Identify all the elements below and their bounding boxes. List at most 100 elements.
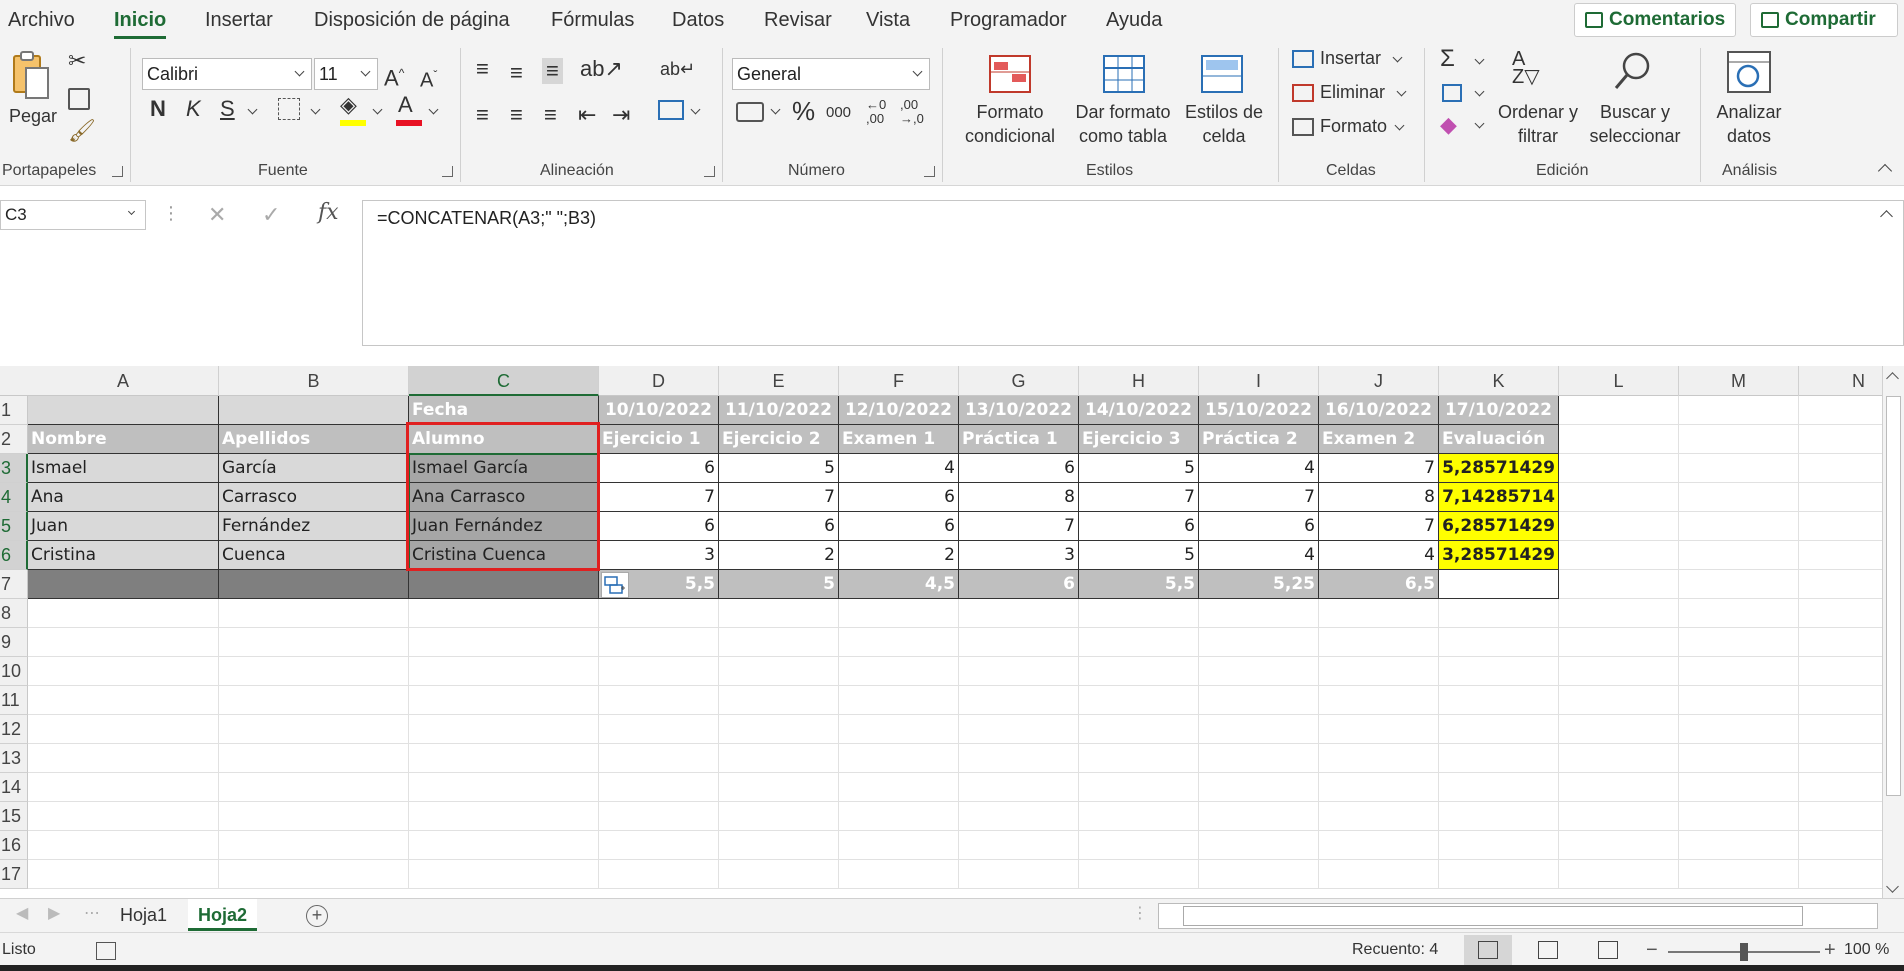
increase-indent-icon[interactable]: ⇥ xyxy=(612,102,630,128)
column-header-a[interactable]: A xyxy=(28,366,219,396)
format-painter-icon[interactable]: 🖌 xyxy=(68,118,96,144)
column-header-h[interactable]: H xyxy=(1079,366,1199,396)
cell-f9[interactable] xyxy=(839,628,959,657)
cell-k4[interactable]: 7,14285714 xyxy=(1439,483,1559,512)
comments-button[interactable]: Comentarios xyxy=(1574,3,1736,37)
cell-k9[interactable] xyxy=(1439,628,1559,657)
currency-icon[interactable] xyxy=(736,102,764,122)
cell-l12[interactable] xyxy=(1559,715,1679,744)
format-cells-icon[interactable] xyxy=(1292,118,1314,136)
cell-styles-label-1[interactable]: Estilos de xyxy=(1176,100,1272,124)
cell-j2[interactable]: Examen 2 xyxy=(1319,425,1439,454)
decrease-decimal-icon[interactable]: ,00 →,0 xyxy=(900,98,924,126)
cell-h7[interactable]: 5,5 xyxy=(1079,570,1199,599)
tab-ayuda[interactable]: Ayuda xyxy=(1106,6,1162,34)
merge-center-icon[interactable] xyxy=(658,100,684,120)
cell-n3[interactable] xyxy=(1799,454,1882,483)
font-color-icon[interactable]: A xyxy=(398,92,413,118)
zoom-thumb[interactable] xyxy=(1740,943,1748,961)
tab-formulas[interactable]: Fórmulas xyxy=(551,6,634,34)
cell-j7[interactable]: 6,5 xyxy=(1319,570,1439,599)
cell-l3[interactable] xyxy=(1559,454,1679,483)
clipboard-launcher-icon[interactable] xyxy=(112,166,123,177)
zoom-in-icon[interactable]: + xyxy=(1824,937,1836,963)
cell-k3[interactable]: 5,28571429 xyxy=(1439,454,1559,483)
enter-icon[interactable]: ✓ xyxy=(262,202,280,228)
cell-f12[interactable] xyxy=(839,715,959,744)
cell-m11[interactable] xyxy=(1679,686,1799,715)
cell-f8[interactable] xyxy=(839,599,959,628)
cell-l1[interactable] xyxy=(1559,396,1679,425)
cell-m13[interactable] xyxy=(1679,744,1799,773)
cell-n12[interactable] xyxy=(1799,715,1882,744)
column-header-d[interactable]: D xyxy=(599,366,719,396)
cell-i12[interactable] xyxy=(1199,715,1319,744)
cell-n6[interactable] xyxy=(1799,541,1882,570)
more-sheets-icon[interactable]: ⋯ xyxy=(84,901,100,927)
cell-c13[interactable] xyxy=(409,744,599,773)
cell-a7[interactable] xyxy=(28,570,219,599)
cell-d14[interactable] xyxy=(599,773,719,802)
cell-h9[interactable] xyxy=(1079,628,1199,657)
analyze-data-label-2[interactable]: datos xyxy=(1706,124,1792,148)
cell-n15[interactable] xyxy=(1799,802,1882,831)
cell-n13[interactable] xyxy=(1799,744,1882,773)
chevron-down-icon[interactable] xyxy=(372,104,383,115)
row-header-10[interactable]: 10 xyxy=(0,657,28,686)
cell-n1[interactable] xyxy=(1799,396,1882,425)
cell-h17[interactable] xyxy=(1079,860,1199,889)
cell-g15[interactable] xyxy=(959,802,1079,831)
cell-i1[interactable]: 15/10/2022 xyxy=(1199,396,1319,425)
collapse-ribbon-icon[interactable] xyxy=(1877,163,1893,179)
cell-j8[interactable] xyxy=(1319,599,1439,628)
cell-j6[interactable]: 4 xyxy=(1319,541,1439,570)
cell-j9[interactable] xyxy=(1319,628,1439,657)
cell-a14[interactable] xyxy=(28,773,219,802)
cell-j4[interactable]: 8 xyxy=(1319,483,1439,512)
cell-c11[interactable] xyxy=(409,686,599,715)
cell-styles-label-2[interactable]: celda xyxy=(1176,124,1272,148)
cell-i7[interactable]: 5,25 xyxy=(1199,570,1319,599)
cell-k2[interactable]: Evaluación xyxy=(1439,425,1559,454)
row-header-6[interactable]: 6 xyxy=(0,541,28,570)
cell-n9[interactable] xyxy=(1799,628,1882,657)
cell-k12[interactable] xyxy=(1439,715,1559,744)
cell-m9[interactable] xyxy=(1679,628,1799,657)
cell-d16[interactable] xyxy=(599,831,719,860)
number-launcher-icon[interactable] xyxy=(924,166,935,177)
horizontal-scroll-thumb[interactable] xyxy=(1183,906,1803,926)
cell-d9[interactable] xyxy=(599,628,719,657)
row-header-1[interactable]: 1 xyxy=(0,396,28,425)
insert-cells-icon[interactable] xyxy=(1292,50,1314,68)
cell-m10[interactable] xyxy=(1679,657,1799,686)
cell-k11[interactable] xyxy=(1439,686,1559,715)
cell-j15[interactable] xyxy=(1319,802,1439,831)
cell-b17[interactable] xyxy=(219,860,409,889)
cell-f13[interactable] xyxy=(839,744,959,773)
conditional-format-icon[interactable] xyxy=(988,54,1032,94)
cell-c3[interactable]: Ismael García xyxy=(409,454,599,483)
increase-font-icon[interactable]: A^ xyxy=(384,60,404,91)
font-launcher-icon[interactable] xyxy=(442,166,453,177)
cell-a8[interactable] xyxy=(28,599,219,628)
cell-g2[interactable]: Práctica 1 xyxy=(959,425,1079,454)
cell-b14[interactable] xyxy=(219,773,409,802)
cell-c12[interactable] xyxy=(409,715,599,744)
cell-g1[interactable]: 13/10/2022 xyxy=(959,396,1079,425)
cell-a15[interactable] xyxy=(28,802,219,831)
cell-e13[interactable] xyxy=(719,744,839,773)
cancel-icon[interactable]: ✕ xyxy=(208,202,226,228)
cell-j16[interactable] xyxy=(1319,831,1439,860)
cell-m5[interactable] xyxy=(1679,512,1799,541)
cell-l9[interactable] xyxy=(1559,628,1679,657)
cell-h11[interactable] xyxy=(1079,686,1199,715)
tab-datos[interactable]: Datos xyxy=(672,6,724,34)
cell-g10[interactable] xyxy=(959,657,1079,686)
name-box[interactable]: C3 xyxy=(0,200,146,230)
page-break-icon[interactable] xyxy=(1598,941,1618,959)
alignment-launcher-icon[interactable] xyxy=(704,166,715,177)
next-sheet-icon[interactable]: ▶ xyxy=(48,901,60,927)
cell-j11[interactable] xyxy=(1319,686,1439,715)
cell-e5[interactable]: 6 xyxy=(719,512,839,541)
cell-l11[interactable] xyxy=(1559,686,1679,715)
